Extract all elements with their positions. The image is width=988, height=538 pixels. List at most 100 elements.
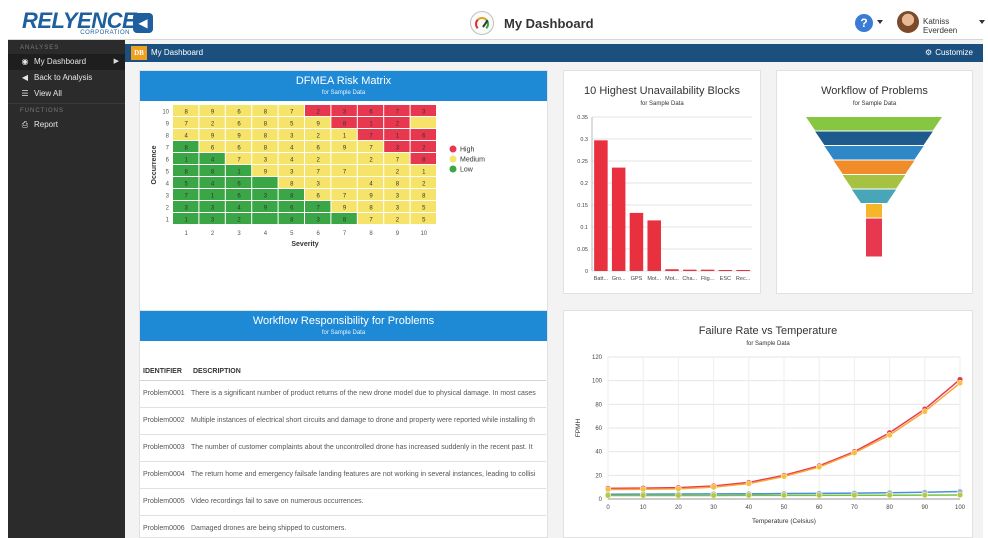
funnel-chart [806, 117, 942, 257]
y-tick-label: 120 [592, 355, 603, 361]
help-dropdown-caret-icon[interactable] [877, 20, 883, 24]
workflow-subtitle: for Sample Data [321, 330, 366, 336]
dashboard-badge: DB [131, 46, 147, 60]
sidebar-item-label: My Dashboard [34, 57, 87, 66]
sidebar-item-my-dashboard[interactable]: ◉ My Dashboard ▶ [8, 54, 125, 70]
dashboard-toolbar: DB My Dashboard ⚙ Customize [125, 44, 983, 62]
unavailability-subtitle: for Sample Data [640, 101, 684, 107]
avatar[interactable] [897, 11, 919, 33]
sidebar-item-back-to-analysis[interactable]: ◀ Back to Analysis [8, 70, 125, 86]
x-tick-label: 7 [343, 231, 347, 237]
column-header-description[interactable]: DESCRIPTION [193, 363, 241, 381]
funnel-stage [815, 131, 933, 145]
table-row[interactable]: Problem0005 Video recordings fail to save… [140, 489, 546, 516]
failure-rate-line-chart: 0 20 40 60 80 100 120 0 10 20 30 40 50 60 70 80 90 100 Tem… [575, 355, 966, 525]
bar [736, 270, 750, 271]
risk-cell [357, 165, 384, 176]
sidebar-item-view-all[interactable]: ☰ View All [8, 86, 125, 102]
data-point [675, 485, 682, 492]
problem-description: The return home and emergency failsafe l… [191, 471, 536, 478]
data-point [604, 492, 612, 499]
y-tick-label: 8 [166, 134, 170, 140]
y-tick-label: 6 [166, 158, 170, 164]
table-row[interactable]: Problem0004 The return home and emergency… [140, 462, 546, 489]
customize-label: Customize [935, 48, 973, 57]
table-row[interactable]: Problem0001 There is a significant number… [140, 381, 546, 408]
problem-identifier[interactable]: Problem0003 [143, 435, 191, 460]
user-dropdown-caret-icon[interactable] [979, 20, 985, 24]
x-tick-label: 10 [420, 231, 427, 237]
x-tick-label: 4 [264, 231, 268, 237]
data-point [886, 432, 893, 439]
table-row[interactable]: Problem0002 Multiple instances of electri… [140, 408, 546, 435]
arrow-left-icon: ◀ [138, 16, 148, 30]
problem-description: Multiple instances of electrical short c… [191, 417, 535, 424]
y-tick-label: 60 [595, 426, 602, 432]
workflow-header: Workflow Responsibility for Problems for… [140, 311, 547, 341]
x-tick-label: 9 [396, 231, 400, 237]
data-point [921, 492, 928, 499]
x-tick-label: Mot... [665, 276, 679, 282]
data-point [816, 492, 823, 499]
legend-label: Low [460, 167, 474, 174]
data-point [640, 492, 647, 499]
sidebar-item-report[interactable]: ⎙ Report [8, 117, 125, 133]
y-tick-label: 9 [166, 122, 170, 128]
risk-matrix-chart: 8 9 6 8 7 2 3 6 7 37 2 6 8 5 9 8 1 24 9 9 8 3 2 1 7 1 68 6 6 8 4 6 9 7 3 21… [151, 105, 485, 248]
dashboard-icon: ◉ [21, 57, 29, 66]
bar [629, 212, 644, 271]
sidebar-divider [8, 103, 125, 104]
y-tick-label: 5 [166, 170, 170, 176]
relyence-logo[interactable]: RELYENCE CORPORATION [22, 8, 137, 38]
x-tick-label: GPS [631, 276, 643, 282]
data-point [710, 484, 717, 491]
sidebar-section-analyses: ANALYSES [20, 45, 60, 51]
x-tick-label: Batt... [594, 276, 609, 282]
table-row[interactable]: Problem0003 The number of customer compla… [140, 435, 546, 462]
x-tick-label: 100 [955, 505, 966, 511]
x-tick-label: Cha... [682, 276, 697, 282]
user-menu[interactable]: Katniss Everdeen [923, 17, 983, 35]
sidebar-item-label: Report [34, 120, 59, 129]
y-tick-label: 1 [166, 218, 170, 224]
x-tick-label: 20 [675, 505, 682, 511]
workflow-title: Workflow Responsibility for Problems [252, 315, 435, 327]
problem-identifier[interactable]: Problem0001 [143, 381, 191, 406]
app-window: RELYENCE CORPORATION ◀ My Dashboard ? Ka… [0, 0, 988, 538]
print-icon: ⎙ [21, 120, 29, 129]
bar [647, 220, 661, 271]
data-point [851, 449, 858, 456]
problem-identifier[interactable]: Problem0002 [143, 408, 191, 433]
y-tick-label: 20 [595, 473, 602, 479]
sidebar-collapse-button[interactable]: ◀ [133, 13, 153, 33]
y-tick-label: 10 [162, 110, 169, 116]
problem-identifier[interactable]: Problem0004 [143, 462, 191, 487]
data-point [886, 492, 893, 499]
caret-left-icon: ◀ [21, 73, 29, 82]
x-tick-label: 0 [606, 505, 610, 511]
table-row[interactable]: Problem0006 Damaged drones are being ship… [140, 516, 546, 537]
risk-cell [331, 153, 357, 164]
y-tick-label: 3 [166, 194, 170, 200]
funnel-stage [851, 189, 897, 203]
x-tick-label: Gro... [612, 276, 626, 282]
problem-description: Video recordings fail to save on numerou… [191, 498, 364, 505]
data-point [956, 379, 964, 387]
x-tick-label: 2 [211, 231, 215, 237]
y-tick-label: 0.25 [577, 159, 588, 165]
unavailability-panel: 10 Highest Unavailability Blocks for Sam… [563, 70, 761, 294]
x-tick-label: Flig... [701, 276, 715, 282]
x-tick-label: Mot... [647, 276, 661, 282]
help-button[interactable]: ? [855, 14, 873, 32]
problem-identifier[interactable]: Problem0005 [143, 489, 191, 514]
y-tick-label: 0.3 [580, 137, 588, 143]
customize-button[interactable]: ⚙ Customize [925, 48, 973, 57]
funnel-title: Workflow of Problems [821, 85, 928, 97]
funnel-stage [833, 160, 915, 174]
legend-high-marker [449, 145, 457, 153]
problem-description: Damaged drones are being shipped to cust… [191, 525, 347, 532]
problem-identifier[interactable]: Problem0006 [143, 516, 191, 537]
data-point [816, 464, 823, 471]
legend-medium-marker [449, 155, 457, 163]
column-header-identifier[interactable]: IDENTIFIER [143, 363, 191, 381]
